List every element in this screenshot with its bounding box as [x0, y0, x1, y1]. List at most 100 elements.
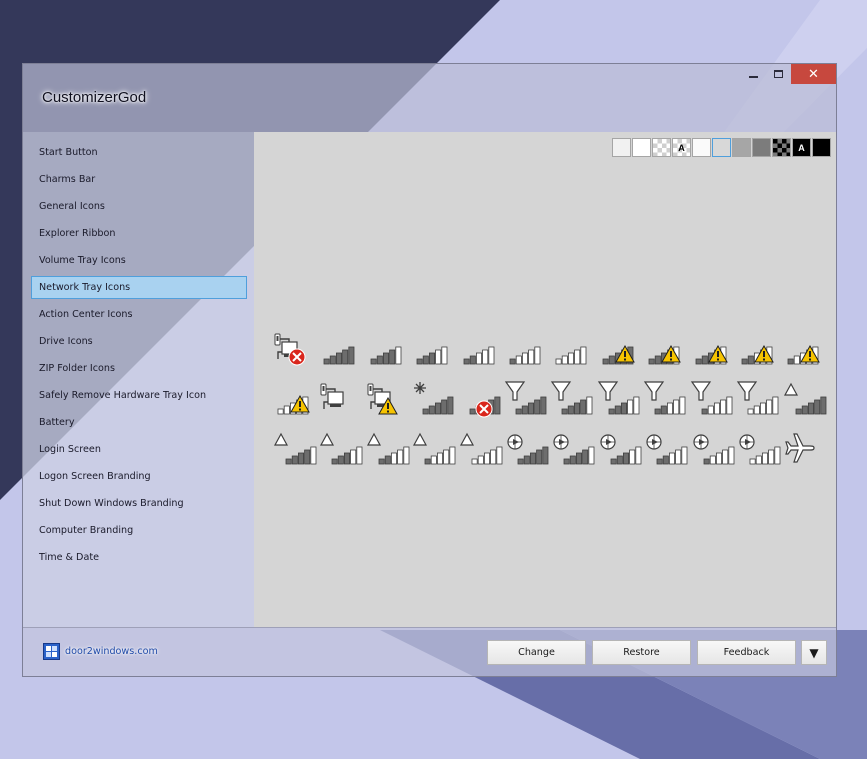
funnel-3-icon-graphic [597, 381, 640, 415]
signal-5-icon[interactable] [318, 328, 364, 368]
sidebar-item-login-screen[interactable]: Login Screen [31, 438, 247, 461]
restore-button[interactable]: Restore [592, 640, 691, 665]
sidebar-item-charms-bar[interactable]: Charms Bar [31, 168, 247, 191]
sidebar-item-safely-remove-hardware-tray-icon[interactable]: Safely Remove Hardware Tray Icon [31, 384, 247, 407]
sidebar-item-battery[interactable]: Battery [31, 411, 247, 434]
sidebar-item-start-button[interactable]: Start Button [31, 141, 247, 164]
sidebar-item-drive-icons[interactable]: Drive Icons [31, 330, 247, 353]
signal-1-icon[interactable] [504, 328, 550, 368]
globe-1-icon-graphic [692, 434, 734, 465]
signal-4-icon[interactable] [365, 328, 411, 368]
globe-4-icon[interactable] [550, 428, 596, 468]
globe-5-icon[interactable] [504, 428, 550, 468]
triangle-5-icon[interactable] [782, 378, 828, 418]
signal-4-warning-icon-graphic [648, 344, 682, 365]
sidebar-item-general-icons[interactable]: General Icons [31, 195, 247, 218]
brand-link[interactable]: door2windows.com [43, 643, 158, 660]
triangle-0-icon[interactable] [458, 428, 504, 468]
signal-5-warning-icon[interactable] [597, 328, 643, 368]
signal-searching-icon-graphic [414, 382, 454, 415]
signal-0-icon[interactable] [550, 328, 596, 368]
triangle-3-icon[interactable] [318, 428, 364, 468]
dropdown-button[interactable]: ▼ [801, 640, 827, 665]
swatch-white[interactable] [632, 138, 651, 157]
swatch-light-gray[interactable] [612, 138, 631, 157]
signal-0-icon-graphic [555, 346, 587, 365]
sidebar-item-explorer-ribbon[interactable]: Explorer Ribbon [31, 222, 247, 245]
maximize-icon [774, 70, 783, 78]
signal-5-icon-graphic [323, 346, 355, 365]
signal-error-icon[interactable] [458, 378, 504, 418]
ethernet-icon-graphic [320, 383, 344, 409]
sidebar-item-computer-branding[interactable]: Computer Branding [31, 519, 247, 542]
signal-2-icon[interactable] [458, 328, 504, 368]
swatch-black-label[interactable]: A [792, 138, 811, 157]
triangle-1-icon[interactable] [411, 428, 457, 468]
globe-0-icon-graphic [739, 434, 781, 465]
triangle-4-icon-graphic [273, 432, 317, 465]
funnel-2-icon-graphic [644, 381, 686, 415]
funnel-4-icon[interactable] [550, 378, 596, 418]
minimize-button[interactable] [741, 64, 766, 84]
signal-searching-icon[interactable] [411, 378, 457, 418]
airplane-icon[interactable] [782, 428, 828, 468]
globe-3-icon[interactable] [597, 428, 643, 468]
triangle-2-icon[interactable] [365, 428, 411, 468]
background-swatches: AA [612, 138, 831, 157]
ethernet-error-icon-graphic [274, 333, 306, 366]
app-window: CustomizerGod ✕ Start Button Charms Bar Ge… [22, 63, 837, 677]
signal-3-warning-icon-graphic [695, 344, 728, 365]
sidebar-item-action-center-icons[interactable]: Action Center Icons [31, 303, 247, 326]
change-button[interactable]: Change [487, 640, 586, 665]
swatch-selected-gray[interactable] [712, 138, 731, 157]
sidebar-item-time-date[interactable]: Time & Date [31, 546, 247, 569]
swatch-mid-gray[interactable] [732, 138, 751, 157]
ethernet-warning-icon-graphic [367, 383, 398, 415]
brand-text: door2windows.com [65, 646, 158, 657]
globe-2-icon-graphic [646, 434, 688, 465]
swatch-very-light[interactable] [692, 138, 711, 157]
close-button[interactable]: ✕ [791, 64, 836, 84]
swatch-checker-label[interactable]: A [672, 138, 691, 157]
triangle-3-icon-graphic [320, 432, 363, 465]
globe-0-icon[interactable] [736, 428, 782, 468]
swatch-black[interactable] [812, 138, 831, 157]
app-title: CustomizerGod [42, 89, 147, 106]
funnel-3-icon[interactable] [597, 378, 643, 418]
sidebar-item-shut-down-windows-branding[interactable]: Shut Down Windows Branding [31, 492, 247, 515]
maximize-button[interactable] [766, 64, 791, 84]
feedback-button[interactable]: Feedback [697, 640, 796, 665]
ethernet-icon[interactable] [318, 378, 364, 418]
triangle-4-icon[interactable] [272, 428, 318, 468]
signal-4-icon-graphic [370, 346, 402, 365]
ethernet-warning-icon[interactable] [365, 378, 411, 418]
signal-0-warning-icon[interactable] [272, 378, 318, 418]
globe-4-icon-graphic [553, 434, 595, 465]
window-controls: ✕ [741, 64, 836, 84]
sidebar-item-zip-folder-icons[interactable]: ZIP Folder Icons [31, 357, 247, 380]
airplane-icon-graphic [785, 433, 815, 463]
funnel-5-icon[interactable] [504, 378, 550, 418]
funnel-1-icon[interactable] [690, 378, 736, 418]
sidebar-item-volume-tray-icons[interactable]: Volume Tray Icons [31, 249, 247, 272]
swatch-checker-light[interactable] [652, 138, 671, 157]
signal-2-warning-icon[interactable] [736, 328, 782, 368]
globe-1-icon[interactable] [690, 428, 736, 468]
sidebar-item-logon-screen-branding[interactable]: Logon Screen Branding [31, 465, 247, 488]
signal-1-warning-icon[interactable] [782, 328, 828, 368]
globe-2-icon[interactable] [643, 428, 689, 468]
funnel-2-icon[interactable] [643, 378, 689, 418]
sidebar-item-network-tray-icons[interactable]: Network Tray Icons [31, 276, 247, 299]
signal-3-warning-icon[interactable] [690, 328, 736, 368]
signal-1-warning-icon-graphic [787, 344, 821, 365]
swatch-checker-dark[interactable] [772, 138, 791, 157]
triangle-5-icon-graphic [784, 382, 827, 415]
swatch-dark-gray[interactable] [752, 138, 771, 157]
door2windows-logo-icon [43, 643, 60, 660]
ethernet-error-icon[interactable] [272, 328, 318, 368]
sidebar: Start Button Charms Bar General Icons Explo… [23, 132, 254, 627]
globe-5-icon-graphic [507, 434, 549, 465]
signal-4-warning-icon[interactable] [643, 328, 689, 368]
signal-3-icon[interactable] [411, 328, 457, 368]
funnel-0-icon[interactable] [736, 378, 782, 418]
